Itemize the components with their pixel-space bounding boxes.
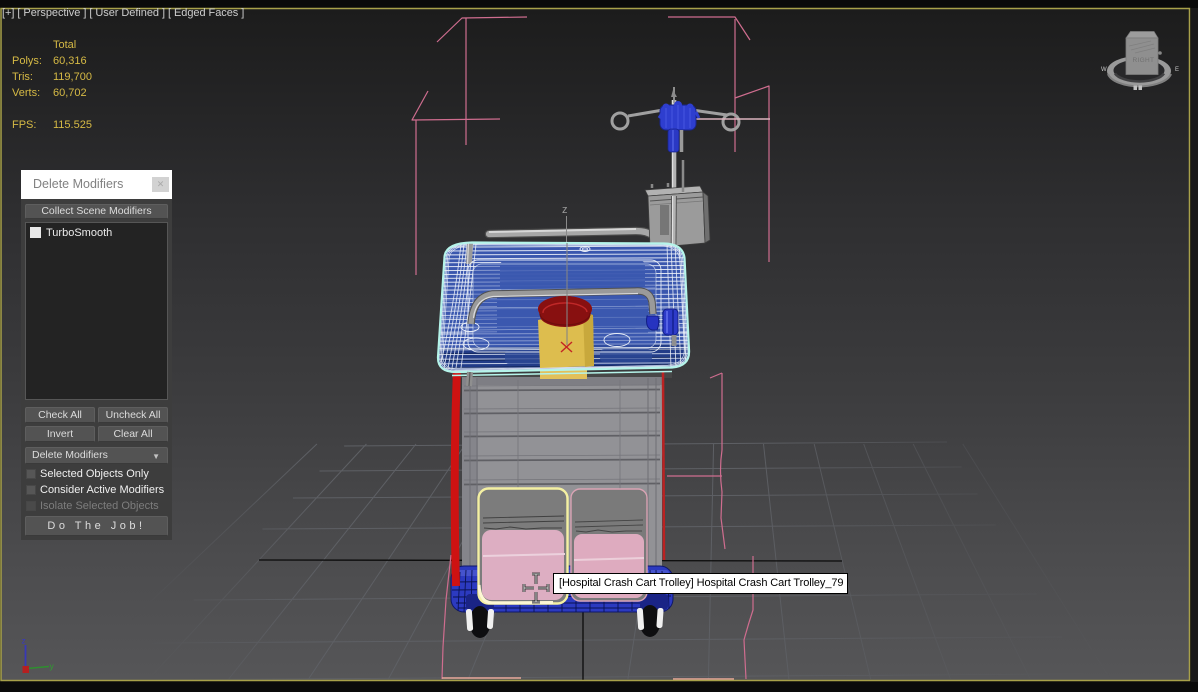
- svg-text:RIGHT: RIGHT: [1133, 57, 1155, 64]
- svg-text:W: W: [1101, 67, 1107, 73]
- svg-text:z: z: [22, 636, 26, 646]
- svg-text:z: z: [562, 204, 568, 216]
- svg-text:E: E: [1175, 67, 1179, 73]
